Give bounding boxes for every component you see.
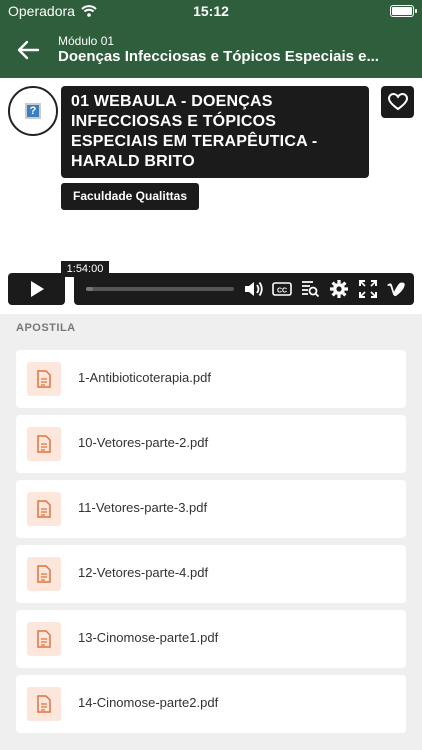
file-name: 12-Vetores-parte-4.pdf xyxy=(78,565,209,580)
gear-icon xyxy=(330,280,348,298)
progress-bar[interactable] xyxy=(86,287,234,291)
vimeo-icon xyxy=(387,282,405,297)
back-arrow-icon[interactable] xyxy=(14,36,42,64)
transcript-search-icon xyxy=(302,281,320,298)
file-name: 10-Vetores-parte-2.pdf xyxy=(78,435,209,450)
file-item[interactable]: 13-Cinomose-parte1.pdf xyxy=(16,610,406,668)
pdf-file-icon xyxy=(27,622,61,656)
pdf-file-icon xyxy=(27,557,61,591)
video-title[interactable]: 01 WEBAULA - DOENÇAS INFECCIOSAS E TÓPIC… xyxy=(61,86,369,178)
file-name: 11-Vetores-parte-3.pdf xyxy=(78,500,208,515)
question-icon: ? xyxy=(25,103,41,119)
avatar: ? xyxy=(8,86,58,136)
file-name: 14-Cinomose-parte2.pdf xyxy=(78,695,219,710)
channel-badge[interactable]: Faculdade Qualittas xyxy=(61,183,200,210)
nav-bar: Módulo 01 Doenças Infecciosas e Tópicos … xyxy=(0,24,422,78)
like-button[interactable] xyxy=(381,86,414,118)
file-item[interactable]: 1-Antibioticoterapia.pdf xyxy=(16,350,406,408)
video-player[interactable]: ? 01 WEBAULA - DOENÇAS INFECCIOSAS E TÓP… xyxy=(0,78,422,314)
play-button[interactable] xyxy=(8,273,65,305)
volume-button[interactable] xyxy=(244,279,264,299)
section-title: APOSTILA xyxy=(16,322,76,334)
heart-icon xyxy=(387,93,408,111)
module-label: Módulo 01 xyxy=(58,34,115,48)
volume-icon xyxy=(245,281,263,297)
status-bar: Operadora 15:12 xyxy=(0,0,422,24)
file-name: 1-Antibioticoterapia.pdf xyxy=(78,370,211,385)
battery-icon xyxy=(390,5,417,17)
play-icon xyxy=(30,281,44,297)
pdf-file-icon xyxy=(27,687,61,721)
file-name: 13-Cinomose-parte1.pdf xyxy=(78,630,219,645)
vimeo-logo-button[interactable] xyxy=(386,279,406,299)
page-title: Doenças Infecciosas e Tópicos Especiais … xyxy=(58,48,379,65)
captions-button[interactable]: CC xyxy=(272,279,292,299)
pdf-file-icon xyxy=(27,362,61,396)
pdf-file-icon xyxy=(27,492,61,526)
fullscreen-icon xyxy=(359,280,377,298)
pdf-file-icon xyxy=(27,427,61,461)
settings-button[interactable] xyxy=(329,279,349,299)
player-controls: CC xyxy=(74,273,414,305)
cc-icon: CC xyxy=(272,282,292,296)
transcript-button[interactable] xyxy=(300,279,320,299)
file-item[interactable]: 10-Vetores-parte-2.pdf xyxy=(16,415,406,473)
file-item[interactable]: 14-Cinomose-parte2.pdf xyxy=(16,675,406,733)
clock: 15:12 xyxy=(193,3,229,19)
file-item[interactable]: 12-Vetores-parte-4.pdf xyxy=(16,545,406,603)
fullscreen-button[interactable] xyxy=(358,279,378,299)
progress-fill xyxy=(86,287,94,291)
svg-text:CC: CC xyxy=(277,288,287,295)
file-item[interactable]: 11-Vetores-parte-3.pdf xyxy=(16,480,406,538)
